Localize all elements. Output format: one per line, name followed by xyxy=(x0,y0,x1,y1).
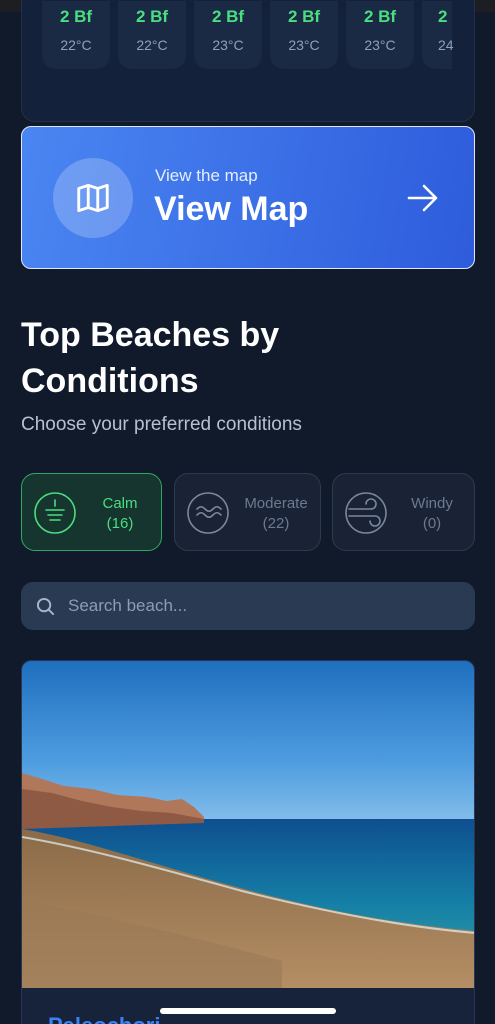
forecast-bf: 2 Bf xyxy=(135,7,169,26)
forecast-item: 2 Bf 22°C xyxy=(118,1,186,69)
forecast-item: 2 Bf 23°C xyxy=(194,1,262,69)
forecast-temp: 23°C xyxy=(288,37,320,53)
forecast-temp: 24 xyxy=(438,37,454,53)
forecast-temp: 22°C xyxy=(136,37,168,53)
beach-photo xyxy=(22,661,474,988)
forecast-temp: 23°C xyxy=(364,37,396,53)
search-input[interactable]: Search beach... xyxy=(21,582,475,630)
forecast-item: 2 24 xyxy=(422,1,454,69)
filter-windy-label: Windy (0) xyxy=(411,495,453,532)
section-subtitle: Choose your preferred conditions xyxy=(21,414,302,435)
calm-water-icon xyxy=(34,492,76,534)
view-map-subtitle: View the map xyxy=(155,166,258,185)
search-placeholder: Search beach... xyxy=(68,596,188,615)
forecast-temp: 23°C xyxy=(212,37,244,53)
forecast-item: 2 Bf 22°C xyxy=(42,1,110,69)
forecast-item: 2 Bf 23°C xyxy=(346,1,414,69)
view-map-button[interactable]: View the map View Map xyxy=(21,126,475,269)
forecast-row[interactable]: 2 Bf 22°C 2 Bf 22°C 2 Bf 23°C 2 Bf 23°C … xyxy=(42,1,454,69)
app-screen: 2 Bf 22°C 2 Bf 22°C 2 Bf 23°C 2 Bf 23°C … xyxy=(0,0,495,1024)
filter-calm-label: Calm (16) xyxy=(102,495,138,532)
forecast-bf: 2 Bf xyxy=(59,7,93,26)
forecast-bf: 2 Bf xyxy=(287,7,321,26)
beach-card[interactable]: Paleochori xyxy=(21,660,475,1024)
home-indicator[interactable] xyxy=(160,1008,336,1014)
view-map-title: View Map xyxy=(154,190,309,228)
map-icon xyxy=(53,158,133,238)
forecast-bf: 2 Bf xyxy=(211,7,245,26)
section-title: Top Beaches by Conditions xyxy=(21,316,280,400)
arrow-right-icon xyxy=(406,183,440,218)
forecast-card: 2 Bf 22°C 2 Bf 22°C 2 Bf 23°C 2 Bf 23°C … xyxy=(21,0,475,122)
forecast-temp: 22°C xyxy=(60,37,92,53)
filter-windy[interactable]: Windy (0) xyxy=(332,473,475,551)
beach-name: Paleochori xyxy=(48,1013,160,1024)
filter-moderate-label: Moderate (22) xyxy=(244,495,308,532)
search-icon xyxy=(36,597,55,615)
wind-icon xyxy=(345,492,387,534)
filter-moderate[interactable]: Moderate (22) xyxy=(174,473,321,551)
waves-icon xyxy=(187,492,229,534)
forecast-bf: 2 xyxy=(438,7,448,26)
forecast-bf: 2 Bf xyxy=(363,7,397,26)
forecast-item: 2 Bf 23°C xyxy=(270,1,338,69)
filter-calm[interactable]: Calm (16) xyxy=(21,473,162,551)
